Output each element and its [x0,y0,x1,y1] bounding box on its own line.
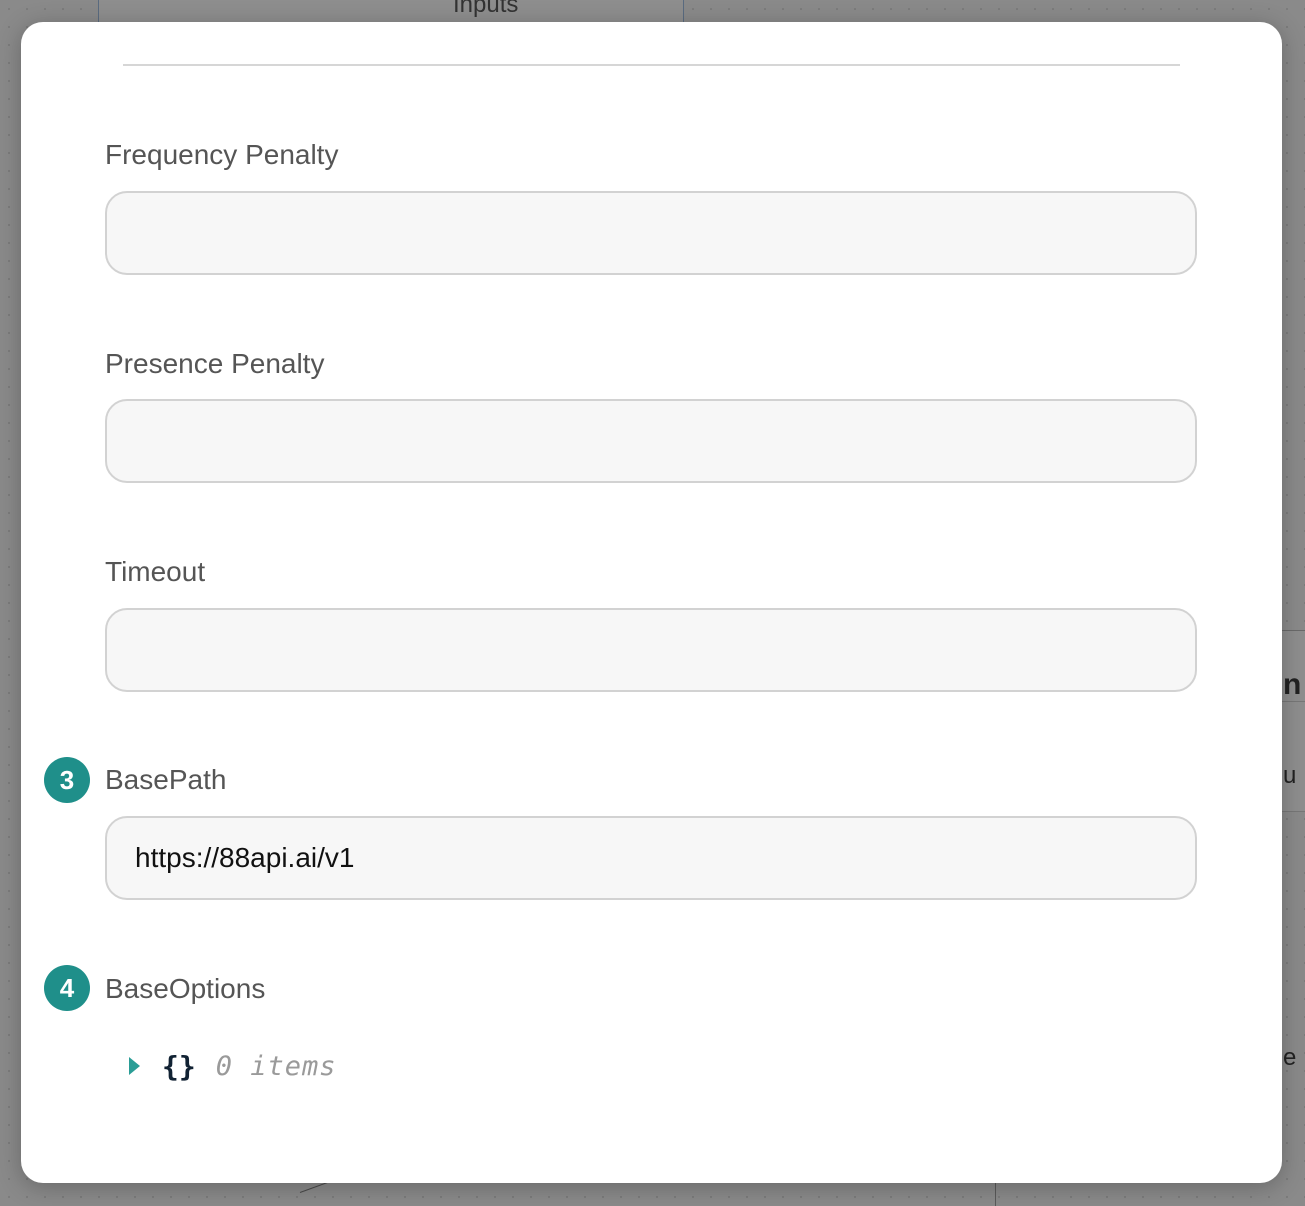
background-fragment: e [1283,1044,1297,1071]
background-node-label: Inputs [453,0,519,18]
settings-modal: Frequency Penalty Presence Penalty Timeo… [21,22,1282,1183]
basepath-input[interactable] [105,816,1197,900]
json-item-count: 0 items [215,1050,337,1082]
timeout-label: Timeout [105,556,206,587]
json-braces: {} [162,1049,196,1083]
frequency-penalty-label: Frequency Penalty [105,139,339,170]
presence-penalty-input[interactable] [105,399,1197,483]
presence-penalty-label: Presence Penalty [105,348,325,379]
background-fragment: u [1283,762,1297,789]
section-divider [123,64,1180,66]
frequency-penalty-input[interactable] [105,191,1197,275]
caret-right-icon[interactable] [129,1057,140,1075]
timeout-input[interactable] [105,608,1197,692]
json-object-viewer: {} 0 items [129,1046,337,1086]
step-badge: 4 [44,965,90,1011]
step-badge: 3 [44,757,90,803]
background-fragment: n [1283,668,1302,701]
basepath-label: BasePath [105,764,227,795]
baseoptions-label: BaseOptions [105,973,266,1004]
background-edge [995,1183,996,1206]
